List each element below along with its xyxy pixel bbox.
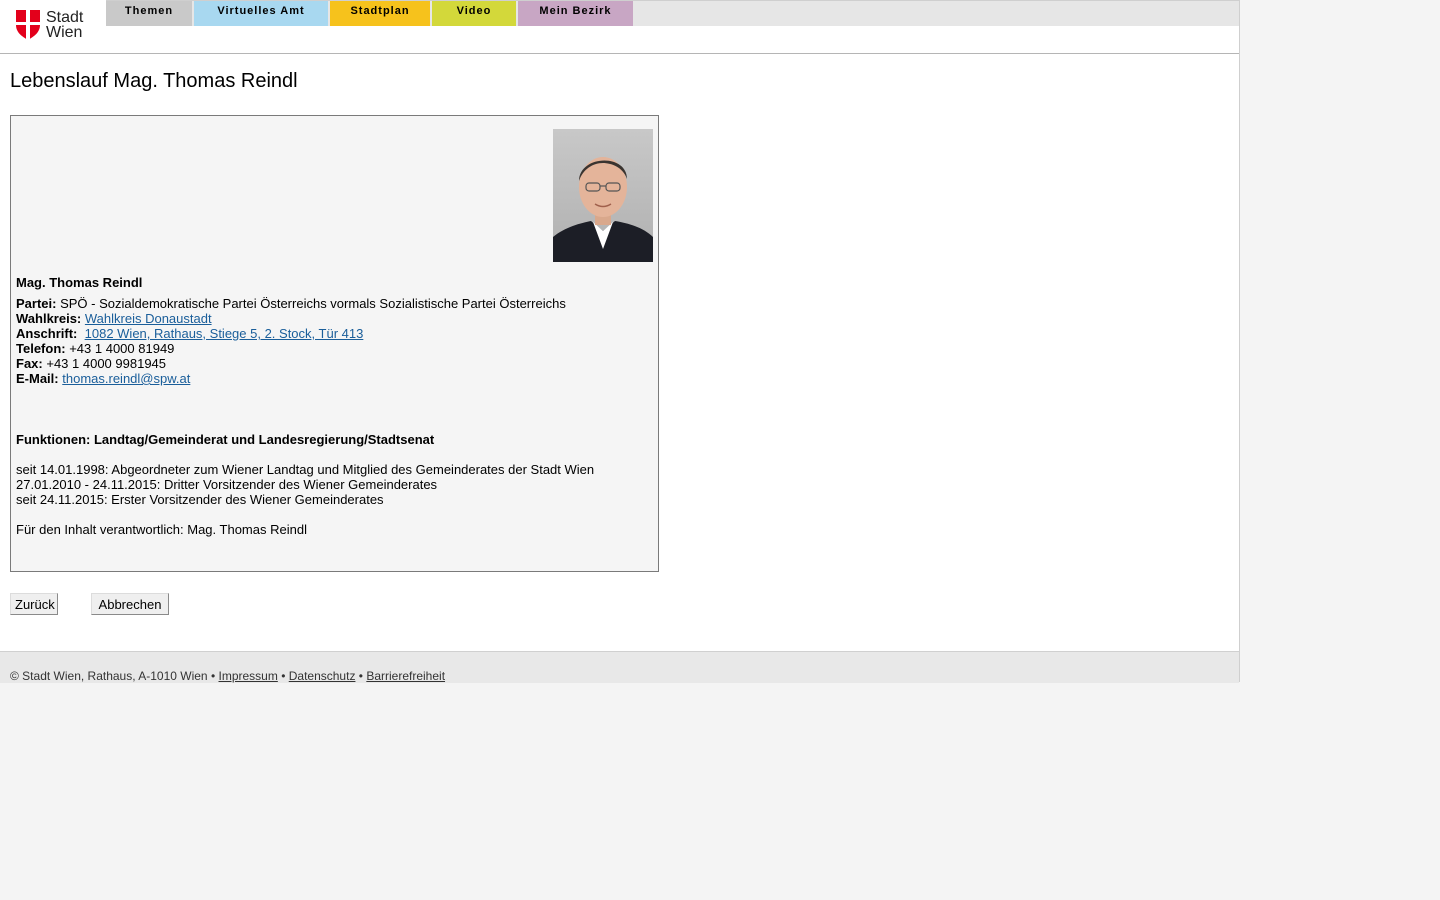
function-item: seit 24.11.2015: Erster Vorsitzender des… [16, 492, 384, 507]
responsible-note: Für den Inhalt verantwortlich: Mag. Thom… [16, 522, 307, 537]
logo-text: Stadt Wien [46, 10, 83, 42]
fax-value: +43 1 4000 9981945 [46, 356, 167, 371]
logo-text-line-1: Stadt [46, 9, 84, 26]
contact-details: Partei: SPÖ - Sozialdemokratische Partei… [16, 296, 566, 386]
footer-separator: • [281, 669, 286, 683]
address-row: Anschrift: 1082 Wien, Rathaus, Stiege 5,… [16, 326, 566, 341]
functions-heading: Funktionen: Landtag/Gemeinderat und Land… [16, 432, 435, 447]
address-label: Anschrift: [16, 326, 78, 341]
wien-shield-icon [16, 10, 40, 40]
email-link[interactable]: thomas.reindl@spw.at [62, 371, 190, 386]
district-row: Wahlkreis: Wahlkreis Donaustadt [16, 311, 566, 326]
party-row: Partei: SPÖ - Sozialdemokratische Partei… [16, 296, 566, 311]
function-item: 27.01.2010 - 24.11.2015: Dritter Vorsitz… [16, 477, 438, 492]
party-value: SPÖ - Sozialdemokratische Partei Österre… [60, 296, 566, 311]
stadt-wien-logo[interactable]: Stadt Wien [16, 10, 96, 42]
function-item: seit 14.01.1998: Abgeordneter zum Wiener… [16, 462, 595, 477]
person-name: Mag. Thomas Reindl [16, 275, 143, 290]
footer-copyright: © Stadt Wien, Rathaus, A-1010 Wien [10, 669, 208, 683]
footer-separator: • [358, 669, 363, 683]
tab-stadtplan[interactable]: Stadtplan [330, 1, 430, 26]
logo-text-line-2: Wien [46, 24, 83, 41]
district-link[interactable]: Wahlkreis Donaustadt [85, 311, 212, 326]
tab-mein-bezirk[interactable]: Mein Bezirk [518, 1, 633, 26]
footer-link-datenschutz[interactable]: Datenschutz [289, 669, 356, 683]
fax-row: Fax: +43 1 4000 9981945 [16, 356, 566, 371]
tab-themen[interactable]: Themen [106, 1, 192, 26]
footer-content: © Stadt Wien, Rathaus, A-1010 Wien • Imp… [10, 669, 445, 683]
phone-value: +43 1 4000 81949 [69, 341, 175, 356]
back-button[interactable]: Zurück [10, 593, 58, 615]
email-label: E-Mail: [16, 371, 59, 386]
main-nav: Themen Virtuelles Amt Stadtplan Video Me… [106, 0, 1239, 26]
cancel-button[interactable]: Abbrechen [91, 593, 169, 615]
profile-box: Mag. Thomas Reindl Partei: SPÖ - Soziald… [10, 115, 659, 572]
functions-list: seit 14.01.1998: Abgeordneter zum Wiener… [16, 462, 594, 507]
footer-link-impressum[interactable]: Impressum [219, 669, 278, 683]
phone-label: Telefon: [16, 341, 66, 356]
district-label: Wahlkreis: [16, 311, 82, 326]
footer-link-barrierefreiheit[interactable]: Barrierefreiheit [366, 669, 445, 683]
phone-row: Telefon: +43 1 4000 81949 [16, 341, 566, 356]
email-row: E-Mail: thomas.reindl@spw.at [16, 371, 566, 386]
page-title: Lebenslauf Mag. Thomas Reindl [10, 70, 298, 92]
fax-label: Fax: [16, 356, 43, 371]
footer: © Stadt Wien, Rathaus, A-1010 Wien • Imp… [0, 651, 1239, 683]
footer-separator: • [210, 669, 216, 683]
tab-virtuelles-amt[interactable]: Virtuelles Amt [194, 1, 328, 26]
party-label: Partei: [16, 296, 57, 311]
page: Stadt Wien Themen Virtuelles Amt Stadtpl… [0, 0, 1240, 683]
address-link[interactable]: 1082 Wien, Rathaus, Stiege 5, 2. Stock, … [85, 326, 364, 341]
header: Stadt Wien Themen Virtuelles Amt Stadtpl… [0, 0, 1239, 54]
tab-video[interactable]: Video [432, 1, 516, 26]
portrait-photo [553, 129, 653, 262]
